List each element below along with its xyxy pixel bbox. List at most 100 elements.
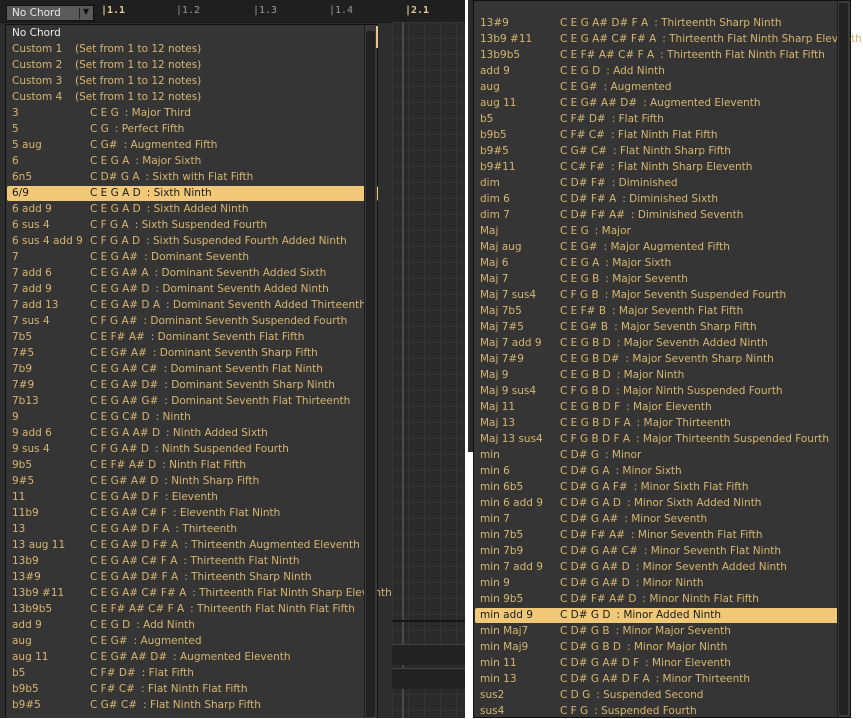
chord-menu-item[interactable]: 7b9 C E G A# C#: Dominant Seventh Flat Ni… [7, 362, 378, 377]
chord-menu-item[interactable]: Maj 13 C E G B D F A: Major Thirteenth [475, 416, 847, 431]
chord-menu-item[interactable]: b5 C F# D#: Flat Fifth [475, 112, 847, 127]
chord-menu-item[interactable]: Maj 7#9 C E G B D#: Major Seventh Sharp N… [475, 352, 847, 367]
chord-menu-item[interactable]: Maj 13 sus4 C F G B D F A: Major Thirteen… [475, 432, 847, 447]
chord-notes: C F G B [560, 289, 599, 301]
chord-menu-item[interactable]: 9 sus 4 C F G A# D: Ninth Suspended Fourt… [7, 442, 378, 457]
chord-menu-item[interactable]: 11 C E G A# D F: Eleventh [7, 490, 378, 505]
chord-menu-item[interactable]: 9 C E G C# D: Ninth [7, 410, 378, 425]
chord-menu-item[interactable]: 7b5 C E F# A#: Dominant Seventh Flat Fift… [7, 330, 378, 345]
chord-menu-item[interactable]: b9b5 C F# C#: Flat Ninth Flat Fifth [475, 128, 847, 143]
chord-menu-item[interactable]: min 7 add 9 C D# G A# D: Minor Seventh Ad… [475, 560, 847, 575]
chord-menu-item[interactable]: 13 C E G A# D F A: Thirteenth [7, 522, 378, 537]
chord-menu-item[interactable]: 7 add 6 C E G A# A: Dominant Seventh Adde… [7, 266, 378, 281]
chord-menu-item[interactable]: 7 add 13 C E G A# D A: Dominant Seventh A… [7, 298, 378, 313]
chord-menu-item[interactable]: Custom 1 (Set from 1 to 12 notes) [7, 42, 378, 57]
chord-menu-item[interactable]: b5 C F# D#: Flat Fifth [7, 666, 378, 681]
chord-menu-item[interactable]: Maj 9 C E G B D: Major Ninth [475, 368, 847, 383]
chord-menu-item[interactable]: Maj 11 C E G B D F: Major Eleventh [475, 400, 847, 415]
chord-menu-item[interactable]: min add 9 C D# G D: Minor Added Ninth [475, 608, 847, 623]
chord-menu-item[interactable]: Maj 6 C E G A: Major Sixth [475, 256, 847, 271]
chord-menu-item[interactable]: 6 C E G A: Major Sixth [7, 154, 378, 169]
chord-menu-item[interactable]: b9b5 C F# C#: Flat Ninth Flat Fifth [7, 682, 378, 697]
chord-menu-item[interactable]: sus2 C D G: Suspended Second [475, 688, 847, 703]
chord-menu-item[interactable]: 9 add 6 C E G A A# D: Ninth Added Sixth [7, 426, 378, 441]
chord-menu-item[interactable]: min 11 C D# G A# D F: Minor Eleventh [475, 656, 847, 671]
chord-menu-item[interactable]: Maj aug C E G#: Major Augmented Fifth [475, 240, 847, 255]
chord-menu-item[interactable]: min 9 C D# G A# D: Minor Ninth [475, 576, 847, 591]
chord-menu-item[interactable]: Maj 7#5 C E G# B: Major Seventh Sharp Fif… [475, 320, 847, 335]
chord-menu-item[interactable]: 7#5 C E G# A#: Dominant Seventh Sharp Fif… [7, 346, 378, 361]
chord-menu-item[interactable]: 7 sus 4 C F G A#: Dominant Seventh Suspen… [7, 314, 378, 329]
chord-menu-item[interactable]: 13b9b5 C E F# A# C# F A: Thirteenth Flat … [475, 48, 847, 63]
chord-menu-item[interactable]: 6 sus 4 C F G A: Sixth Suspended Fourth [7, 218, 378, 233]
chord-menu-item[interactable]: min 13 C D# G A# D F A: Minor Thirteenth [475, 672, 847, 687]
chord-menu-item[interactable]: aug 11 C E G# A# D#: Augmented Eleventh [475, 96, 847, 111]
chord-description: : Major Ninth [616, 369, 685, 381]
chord-menu-item[interactable]: dim 7 C D# F# A#: Diminished Seventh [475, 208, 847, 223]
chord-menu-item[interactable]: aug C E G#: Augmented [475, 80, 847, 95]
chord-menu-item[interactable]: 13b9 #11 C E G A# C# F# A: Thirteenth Fla… [475, 32, 862, 47]
chord-menu-item[interactable]: 7#9 C E G A# D#: Dominant Seventh Sharp N… [7, 378, 378, 393]
chord-menu-item[interactable]: b9#11 C C# F#: Flat Ninth Sharp Eleventh [475, 160, 847, 175]
chord-menu-item[interactable]: Maj 7b5 C E F# B: Major Seventh Flat Fift… [475, 304, 847, 319]
scrollbar[interactable] [364, 25, 377, 718]
chord-menu-item[interactable]: dim 6 C D# F# A: Diminished Sixth [475, 192, 847, 207]
chord-menu-item[interactable]: min 6b5 C D# G A F#: Minor Sixth Flat Fif… [475, 480, 847, 495]
chord-select-dropdown[interactable]: No Chord ▼ [6, 5, 94, 21]
chord-menu-item[interactable]: Maj 7 C E G B: Major Seventh [475, 272, 847, 287]
chord-menu-item[interactable]: min 7 C D# G A#: Minor Seventh [475, 512, 847, 527]
chord-menu-item[interactable]: min 6 add 9 C D# G A D: Minor Sixth Added… [475, 496, 847, 511]
chord-menu-item[interactable]: add 9 C E G D: Add Ninth [475, 64, 847, 79]
chord-menu-item[interactable]: 7 add 9 C E G A# D: Dominant Seventh Adde… [7, 282, 378, 297]
chord-menu-item[interactable]: 6/9 C E G A D: Sixth Ninth [7, 186, 378, 201]
chord-menu-item[interactable]: Custom 3 (Set from 1 to 12 notes) [7, 74, 378, 89]
chord-menu-item[interactable]: 7 C E G A#: Dominant Seventh [7, 250, 378, 265]
chord-menu-item[interactable]: min Maj9 C D# G B D: Minor Major Ninth [475, 640, 847, 655]
chord-menu-item[interactable]: min 9b5 C D# F# A# D: Minor Ninth Flat Fi… [475, 592, 847, 607]
chord-menu-item[interactable]: Maj C E G: Major [475, 224, 847, 239]
chord-notes: C F G A D [90, 235, 141, 247]
chord-menu-item[interactable]: b9#5 C G# C#: Flat Ninth Sharp Fifth [7, 698, 378, 713]
chord-menu-item[interactable]: Maj 7 add 9 C E G B D: Major Seventh Adde… [475, 336, 847, 351]
chord-menu-item[interactable]: 13b9 #11 C E G A# C# F# A: Thirteenth Fla… [7, 586, 392, 601]
chord-menu-item[interactable]: 13 aug 11 C E G A# D F# A: Thirteenth Aug… [7, 538, 378, 553]
chord-menu-item[interactable]: 3 C E G: Major Third [7, 106, 378, 121]
chord-menu-item[interactable]: min C D# G: Minor [475, 448, 847, 463]
chord-menu-item[interactable]: 6 add 9 C E G A D: Sixth Added Ninth [7, 202, 378, 217]
chord-name: 6/9 [12, 187, 29, 199]
chord-menu-item[interactable]: 13b9 C E G A# C# F A: Thirteenth Flat Nin… [7, 554, 378, 569]
chord-dropdown-list[interactable]: No Chord Custom 1 (Set from 1 to 12 notes)… [5, 24, 392, 718]
chord-menu-item[interactable]: Maj 7 sus4 C F G B: Major Seventh Suspend… [475, 288, 847, 303]
chord-menu-item[interactable]: Custom 2 (Set from 1 to 12 notes) [7, 58, 378, 73]
chord-menu-item[interactable]: min 7b5 C D# F# A#: Minor Seventh Flat Fi… [475, 528, 847, 543]
chord-menu-item[interactable]: 6 sus 4 add 9 C F G A D: Sixth Suspended … [7, 234, 378, 249]
chord-menu-item[interactable]: Custom 4 (Set from 1 to 12 notes) [7, 90, 378, 105]
chord-name: Custom 1 [12, 43, 63, 55]
chord-menu-item[interactable]: 13b9b5 C E F# A# C# F A: Thirteenth Flat … [7, 602, 378, 617]
chord-menu-item[interactable]: aug 11 C E G# A# D#: Augmented Eleventh [7, 650, 378, 665]
chord-menu-item[interactable]: 9b5 C E F# A# D: Ninth Flat Fifth [7, 458, 378, 473]
chord-menu-item[interactable]: aug C E G#: Augmented [7, 634, 378, 649]
scrollbar[interactable] [837, 1, 850, 717]
chord-menu-item[interactable]: 6n5 C D# G A: Sixth with Flat Fifth [7, 170, 378, 185]
chord-menu-item[interactable]: 13#9 C E G A# D# F A: Thirteenth Sharp Ni… [475, 16, 847, 31]
scrollbar-thumb[interactable] [839, 3, 848, 715]
chord-menu-item[interactable]: 11b9 C E G A# C# F: Eleventh Flat Ninth [7, 506, 378, 521]
chord-menu-item[interactable]: Maj 9 sus4 C F G B D: Major Ninth Suspend… [475, 384, 847, 399]
chord-description: : Flat Ninth Sharp Fifth [613, 145, 731, 157]
chord-menu-item[interactable]: b9#5 C G# C#: Flat Ninth Sharp Fifth [475, 144, 847, 159]
chord-menu-item[interactable]: min 6 C D# G A: Minor Sixth [475, 464, 847, 479]
chord-menu-item[interactable]: dim C D# F#: Diminished [475, 176, 847, 191]
chord-menu-item[interactable]: 5 aug C G#: Augmented Fifth [7, 138, 378, 153]
chord-dropdown-list-scrolled[interactable]: 13#9 C E G A# D# F A: Thirteenth Sharp Ni… [473, 0, 862, 719]
chord-menu-item[interactable]: sus4 C F G: Suspended Fourth [475, 704, 847, 719]
chord-menu-item[interactable]: min Maj7 C D# G B: Minor Major Seventh [475, 624, 847, 639]
chord-menu-item[interactable]: 13#9 C E G A# D# F A: Thirteenth Sharp Ni… [7, 570, 378, 585]
chord-menu-item[interactable]: min 7b9 C D# G A# C#: Minor Seventh Flat … [475, 544, 847, 559]
chord-menu-item[interactable]: 5 C G: Perfect Fifth [7, 122, 378, 137]
chord-menu-item[interactable]: 7b13 C E G A# G#: Dominant Seventh Flat T… [7, 394, 378, 409]
chord-menu-item[interactable]: 9#5 C E G# A# D: Ninth Sharp Fifth [7, 474, 378, 489]
chord-menu-item[interactable]: No Chord [7, 26, 378, 41]
chord-menu-item[interactable]: add 9 C E G D: Add Ninth [7, 618, 378, 633]
scrollbar-thumb[interactable] [366, 31, 375, 717]
